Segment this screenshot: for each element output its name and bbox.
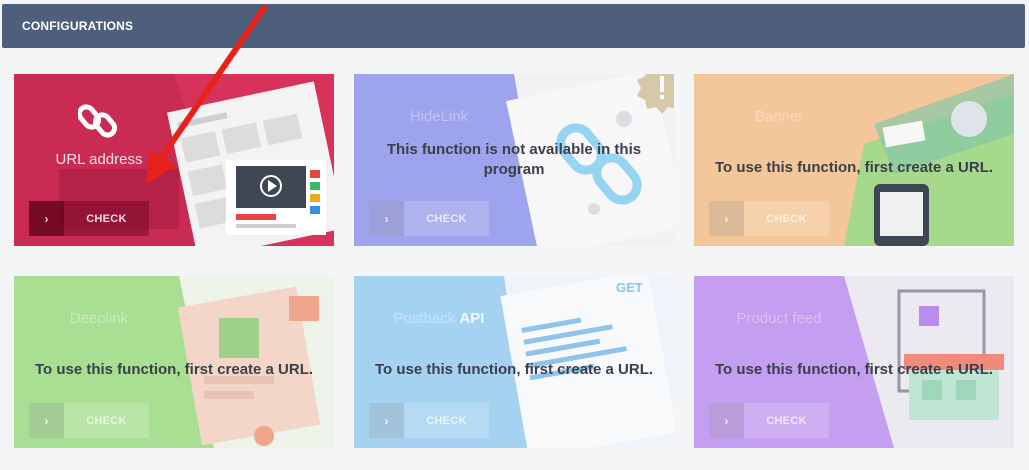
card-hidelink[interactable]: HideLink This function is not available … (354, 74, 674, 246)
chevron-right-icon: › (369, 403, 404, 438)
chevron-right-icon: › (369, 201, 404, 236)
card-message: This function is not available in this p… (386, 141, 642, 178)
link-icon (78, 104, 118, 138)
check-button-postback-api[interactable]: › CHECK (369, 403, 489, 438)
check-button-label: CHECK (766, 212, 807, 225)
check-button-label: CHECK (426, 212, 467, 225)
card-url-address[interactable]: URL address › CHECK (14, 74, 334, 246)
check-button-hidelink[interactable]: › CHECK (369, 201, 489, 236)
card-postback-api[interactable]: GET Postback API To use this function, f… (354, 276, 674, 448)
header-title: CONFIGURATIONS (22, 19, 134, 33)
card-deeplink[interactable]: Deeplink To use this function, first cre… (14, 276, 334, 448)
warning-badge-icon (637, 74, 674, 114)
configurations-panel: CONFIGURATIONS URL address › CHECK HideL… (0, 0, 1029, 470)
chevron-right-icon: › (29, 201, 64, 236)
chevron-right-icon: › (709, 201, 744, 236)
card-title: Banner (754, 108, 804, 125)
chevron-right-icon: › (29, 403, 64, 438)
card-product-feed[interactable]: Product feed To use this function, first… (694, 276, 1014, 448)
configurations-header: CONFIGURATIONS (2, 4, 1025, 48)
card-message: To use this function, first create a URL… (714, 159, 994, 176)
card-title: Product feed (736, 310, 822, 327)
card-title-text: Postback (393, 310, 456, 327)
check-button-label: CHECK (86, 414, 127, 427)
card-title-bold: API (459, 310, 485, 327)
card-title: URL address (55, 151, 143, 168)
svg-text:GET: GET (616, 280, 643, 295)
card-banner[interactable]: Banner To use this function, first creat… (694, 74, 1014, 246)
card-message: To use this function, first create a URL… (374, 361, 654, 378)
card-title: Postback API (354, 310, 524, 327)
card-title: HideLink (409, 108, 469, 125)
check-button-label: CHECK (426, 414, 467, 427)
check-button-deeplink[interactable]: › CHECK (29, 403, 149, 438)
card-message: To use this function, first create a URL… (714, 361, 994, 378)
check-button-product-feed[interactable]: › CHECK (709, 403, 829, 438)
check-button-banner[interactable]: › CHECK (709, 201, 829, 236)
check-button-url-address[interactable]: › CHECK (29, 201, 149, 236)
check-button-label: CHECK (766, 414, 807, 427)
chevron-right-icon: › (709, 403, 744, 438)
card-message: To use this function, first create a URL… (34, 361, 314, 378)
card-title: Deeplink (69, 310, 129, 327)
check-button-label: CHECK (86, 212, 127, 225)
